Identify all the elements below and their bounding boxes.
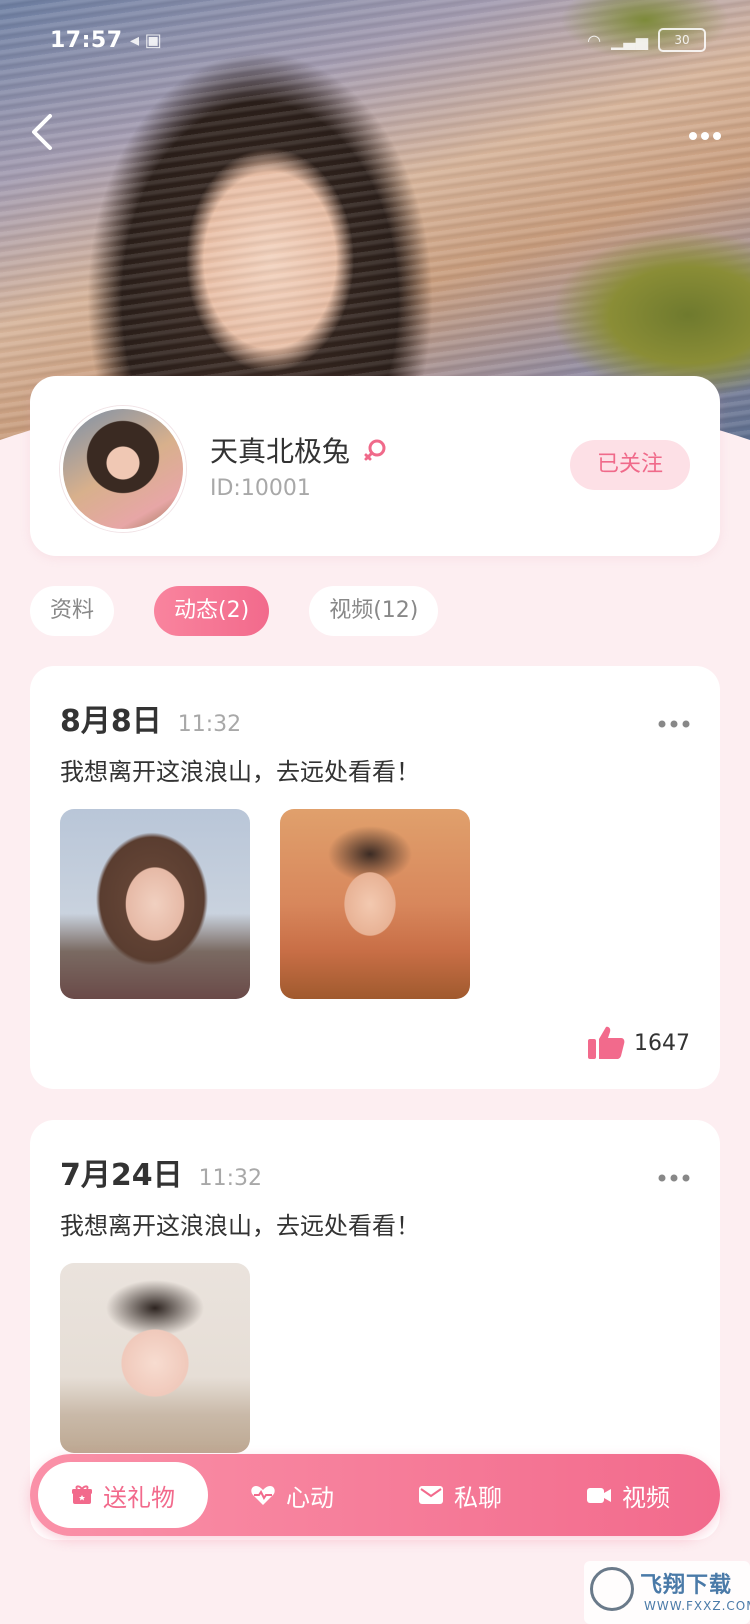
thumbs-up-icon [588, 1026, 625, 1059]
status-time: 17:57 [50, 28, 123, 53]
profile-card: 天真北极兔 ID:10001 已关注 [30, 376, 720, 556]
more-dots-icon [658, 1174, 690, 1182]
post-date: 8月8日 [60, 704, 162, 739]
more-options-button[interactable] [688, 112, 722, 152]
post-more-button[interactable] [658, 710, 690, 730]
signal-icon: ▁▃▅ [611, 30, 648, 50]
tab-videos[interactable]: 视频(12) [309, 586, 439, 636]
watermark: 飞翔下载 WWW.FXXZ.COM [584, 1561, 750, 1624]
watermark-url: WWW.FXXZ.COM [644, 1599, 750, 1613]
post-text: 我想离开这浪浪山，去远处看看！ [60, 1212, 420, 1240]
post-date-row: 7月24日 11:32 [60, 1150, 262, 1194]
female-gender-icon [364, 439, 386, 461]
tab-moments[interactable]: 动态(2) [154, 586, 270, 636]
watermark-title: 飞翔下载 [640, 1573, 733, 1598]
send-gift-label: 送礼物 [103, 1483, 175, 1512]
watermark-logo-icon [590, 1567, 634, 1611]
mail-icon [419, 1486, 443, 1504]
heartbeat-button[interactable]: 心动 [208, 1462, 376, 1528]
post-text: 我想离开这浪浪山，去远处看看！ [60, 758, 420, 786]
chevron-left-icon [32, 114, 52, 150]
video-call-label: 视频 [622, 1483, 670, 1512]
heartbeat-icon [251, 1486, 275, 1505]
post-more-button[interactable] [658, 1164, 690, 1184]
status-right: ◠ ▁▃▅ 30 [587, 28, 706, 52]
post-photo[interactable] [280, 809, 470, 999]
user-name: 天真北极兔 [210, 435, 351, 468]
user-id: ID:10001 [210, 476, 311, 501]
name-row: 天真北极兔 [210, 430, 388, 470]
gift-icon [72, 1485, 92, 1504]
post-date: 7月24日 [60, 1158, 183, 1193]
more-dots-icon [658, 720, 690, 728]
private-chat-label: 私聊 [454, 1483, 502, 1512]
bottom-action-bar: 送礼物 心动 私聊 视频 [30, 1454, 720, 1536]
video-camera-icon [587, 1488, 611, 1503]
like-button[interactable]: 1647 [586, 1023, 690, 1063]
private-chat-button[interactable]: 私聊 [376, 1462, 544, 1528]
battery-icon: 30 [658, 28, 706, 52]
post-date-row: 8月8日 11:32 [60, 696, 241, 740]
send-gift-button[interactable]: 送礼物 [38, 1462, 208, 1528]
more-dots-icon [689, 132, 721, 140]
avatar[interactable] [60, 406, 186, 532]
heartbeat-label: 心动 [286, 1483, 334, 1512]
post-time: 11:32 [177, 712, 242, 737]
post-time: 11:32 [198, 1166, 263, 1191]
wifi-icon: ◠ [587, 30, 602, 50]
post-card: 8月8日 11:32 我想离开这浪浪山，去远处看看！ 1647 [30, 666, 720, 1089]
back-button[interactable] [28, 112, 56, 159]
video-call-button[interactable]: 视频 [544, 1462, 712, 1528]
post-photo[interactable] [60, 1263, 250, 1453]
post-photo[interactable] [60, 809, 250, 999]
status-bar: 17:57 ◂ ▣ ◠ ▁▃▅ 30 [0, 0, 750, 80]
like-count: 1647 [634, 1030, 690, 1056]
notification-icons: ◂ ▣ [130, 30, 162, 51]
tab-profile[interactable]: 资料 [30, 586, 115, 636]
follow-button[interactable]: 已关注 [570, 440, 690, 490]
profile-tabs: 资料 动态(2) 视频(12) [30, 586, 439, 636]
